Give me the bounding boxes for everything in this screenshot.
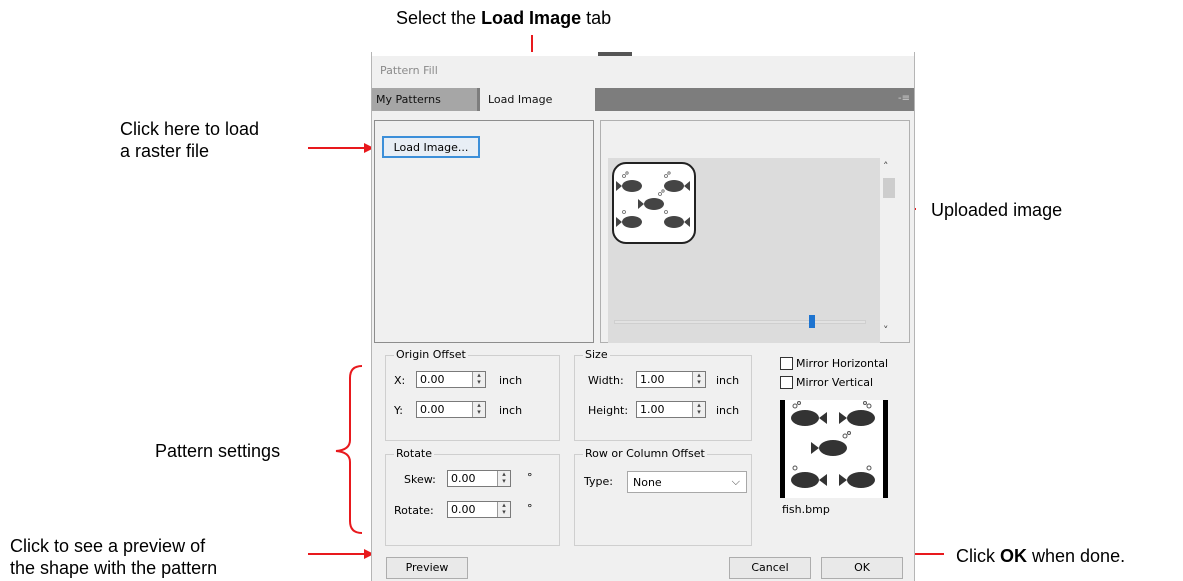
pattern-file-name: fish.bmp	[782, 503, 830, 516]
origin-offset-group: Origin Offset	[385, 348, 560, 441]
x-label: X:	[394, 374, 406, 387]
mirror-horizontal-checkbox[interactable]	[780, 357, 793, 370]
annotation-pattern-settings: Pattern settings	[155, 441, 281, 461]
pattern-settings-bracket	[335, 365, 363, 534]
y-unit: inch	[499, 404, 523, 417]
offset-type-select[interactable]: None ⌵	[627, 471, 747, 493]
tab-menu-icon[interactable]: -≡	[898, 93, 910, 104]
spinner-arrows-icon[interactable]: ▴ ▾	[692, 372, 705, 387]
chevron-down-icon: ⌵	[731, 475, 740, 488]
mirror-vertical-label: Mirror Vertical	[796, 376, 874, 389]
spinner-arrows-icon[interactable]: ▴ ▾	[472, 402, 485, 417]
height-spinner[interactable]: 1.00 ▴ ▾	[636, 401, 706, 418]
origin-offset-label: Origin Offset	[394, 348, 468, 361]
skew-unit: °	[527, 471, 533, 484]
x-unit: inch	[499, 374, 523, 387]
spinner-arrows-icon[interactable]: ▴ ▾	[692, 402, 705, 417]
tab-bar: My Patterns Load Image -≡	[372, 88, 914, 111]
fish-pattern-image	[616, 171, 690, 228]
row-column-offset-group: Row or Column Offset	[574, 447, 752, 546]
type-label: Type:	[584, 475, 613, 488]
tab-my-patterns[interactable]: My Patterns	[372, 88, 477, 111]
pattern-tile-preview	[780, 400, 888, 498]
skew-spinner[interactable]: 0.00 ▴ ▾	[447, 470, 511, 487]
spinner-arrows-icon[interactable]: ▴ ▾	[497, 471, 510, 486]
size-label: Size	[583, 348, 610, 361]
annotation-preview: Click to see a preview of the shape with…	[10, 536, 218, 578]
skew-label: Skew:	[404, 473, 436, 486]
zoom-slider-knob[interactable]	[809, 315, 815, 328]
row-column-offset-label: Row or Column Offset	[583, 447, 707, 460]
annotation-select-tab: Select the Load Image tab	[396, 8, 612, 28]
origin-y-spinner[interactable]: 0.00 ▴ ▾	[416, 401, 486, 418]
window-top-strip	[372, 52, 914, 56]
ok-button[interactable]: OK	[821, 557, 903, 579]
height-label: Height:	[588, 404, 629, 417]
rotate-label: Rotate:	[394, 504, 434, 517]
rotate-group: Rotate	[385, 447, 560, 546]
height-unit: inch	[716, 404, 740, 417]
mirror-horizontal-label: Mirror Horizontal	[796, 357, 889, 370]
spinner-arrows-icon[interactable]: ▴ ▾	[472, 372, 485, 387]
load-image-button[interactable]: Load Image...	[382, 136, 480, 158]
scroll-up-icon[interactable]: ˄	[883, 160, 889, 173]
mirror-vertical-checkbox[interactable]	[780, 376, 793, 389]
spinner-arrows-icon[interactable]: ▴ ▾	[497, 502, 510, 517]
annotation-load-raster: Click here to load a raster file	[120, 119, 260, 161]
origin-x-spinner[interactable]: 0.00 ▴ ▾	[416, 371, 486, 388]
rotate-group-label: Rotate	[394, 447, 435, 460]
cancel-button[interactable]: Cancel	[729, 557, 811, 579]
uploaded-image-thumbnail[interactable]	[612, 162, 696, 244]
annotation-uploaded-image: Uploaded image	[931, 200, 1063, 220]
fish-tile-image	[791, 401, 875, 488]
tab-load-image[interactable]: Load Image	[480, 88, 595, 111]
scroll-down-icon[interactable]: ˅	[883, 324, 889, 337]
preview-button[interactable]: Preview	[386, 557, 468, 579]
rotate-unit: °	[527, 502, 533, 515]
rotate-spinner[interactable]: 0.00 ▴ ▾	[447, 501, 511, 518]
width-label: Width:	[588, 374, 624, 387]
width-unit: inch	[716, 374, 740, 387]
annotation-ok: Click OK when done.	[956, 546, 1126, 566]
y-label: Y:	[394, 404, 403, 417]
pattern-fill-dialog: Pattern Fill My Patterns Load Image -≡ L…	[371, 52, 915, 581]
dialog-title: Pattern Fill	[380, 64, 438, 77]
preview-vertical-scrollbar[interactable]: ˄ ˅	[880, 158, 898, 343]
zoom-slider[interactable]	[614, 315, 866, 328]
width-spinner[interactable]: 1.00 ▴ ▾	[636, 371, 706, 388]
scroll-thumb[interactable]	[883, 178, 895, 198]
size-group: Size	[574, 348, 752, 441]
